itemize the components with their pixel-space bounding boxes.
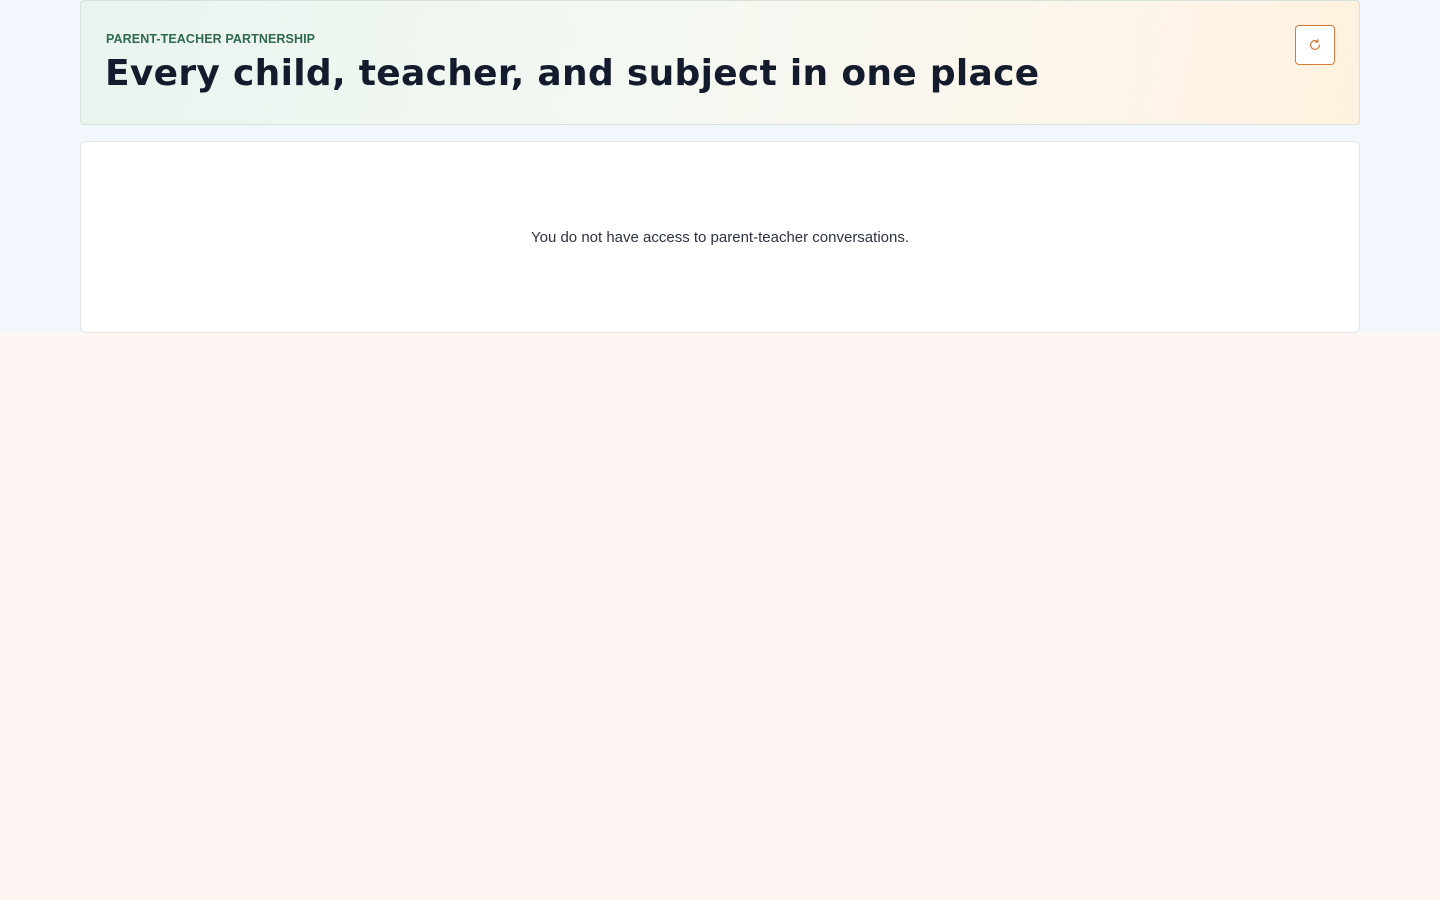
access-denied-message: You do not have access to parent-teacher… bbox=[530, 229, 910, 246]
eyebrow-label: PARENT-TEACHER PARTNERSHIP bbox=[106, 32, 316, 46]
hero-banner: PARENT-TEACHER PARTNERSHIP Every child, … bbox=[80, 0, 1360, 125]
page-title: Every child, teacher, and subject in one… bbox=[105, 53, 1040, 94]
refresh-button[interactable] bbox=[1295, 25, 1335, 65]
refresh-icon bbox=[1308, 38, 1322, 52]
access-notice-card: You do not have access to parent-teacher… bbox=[80, 141, 1360, 333]
